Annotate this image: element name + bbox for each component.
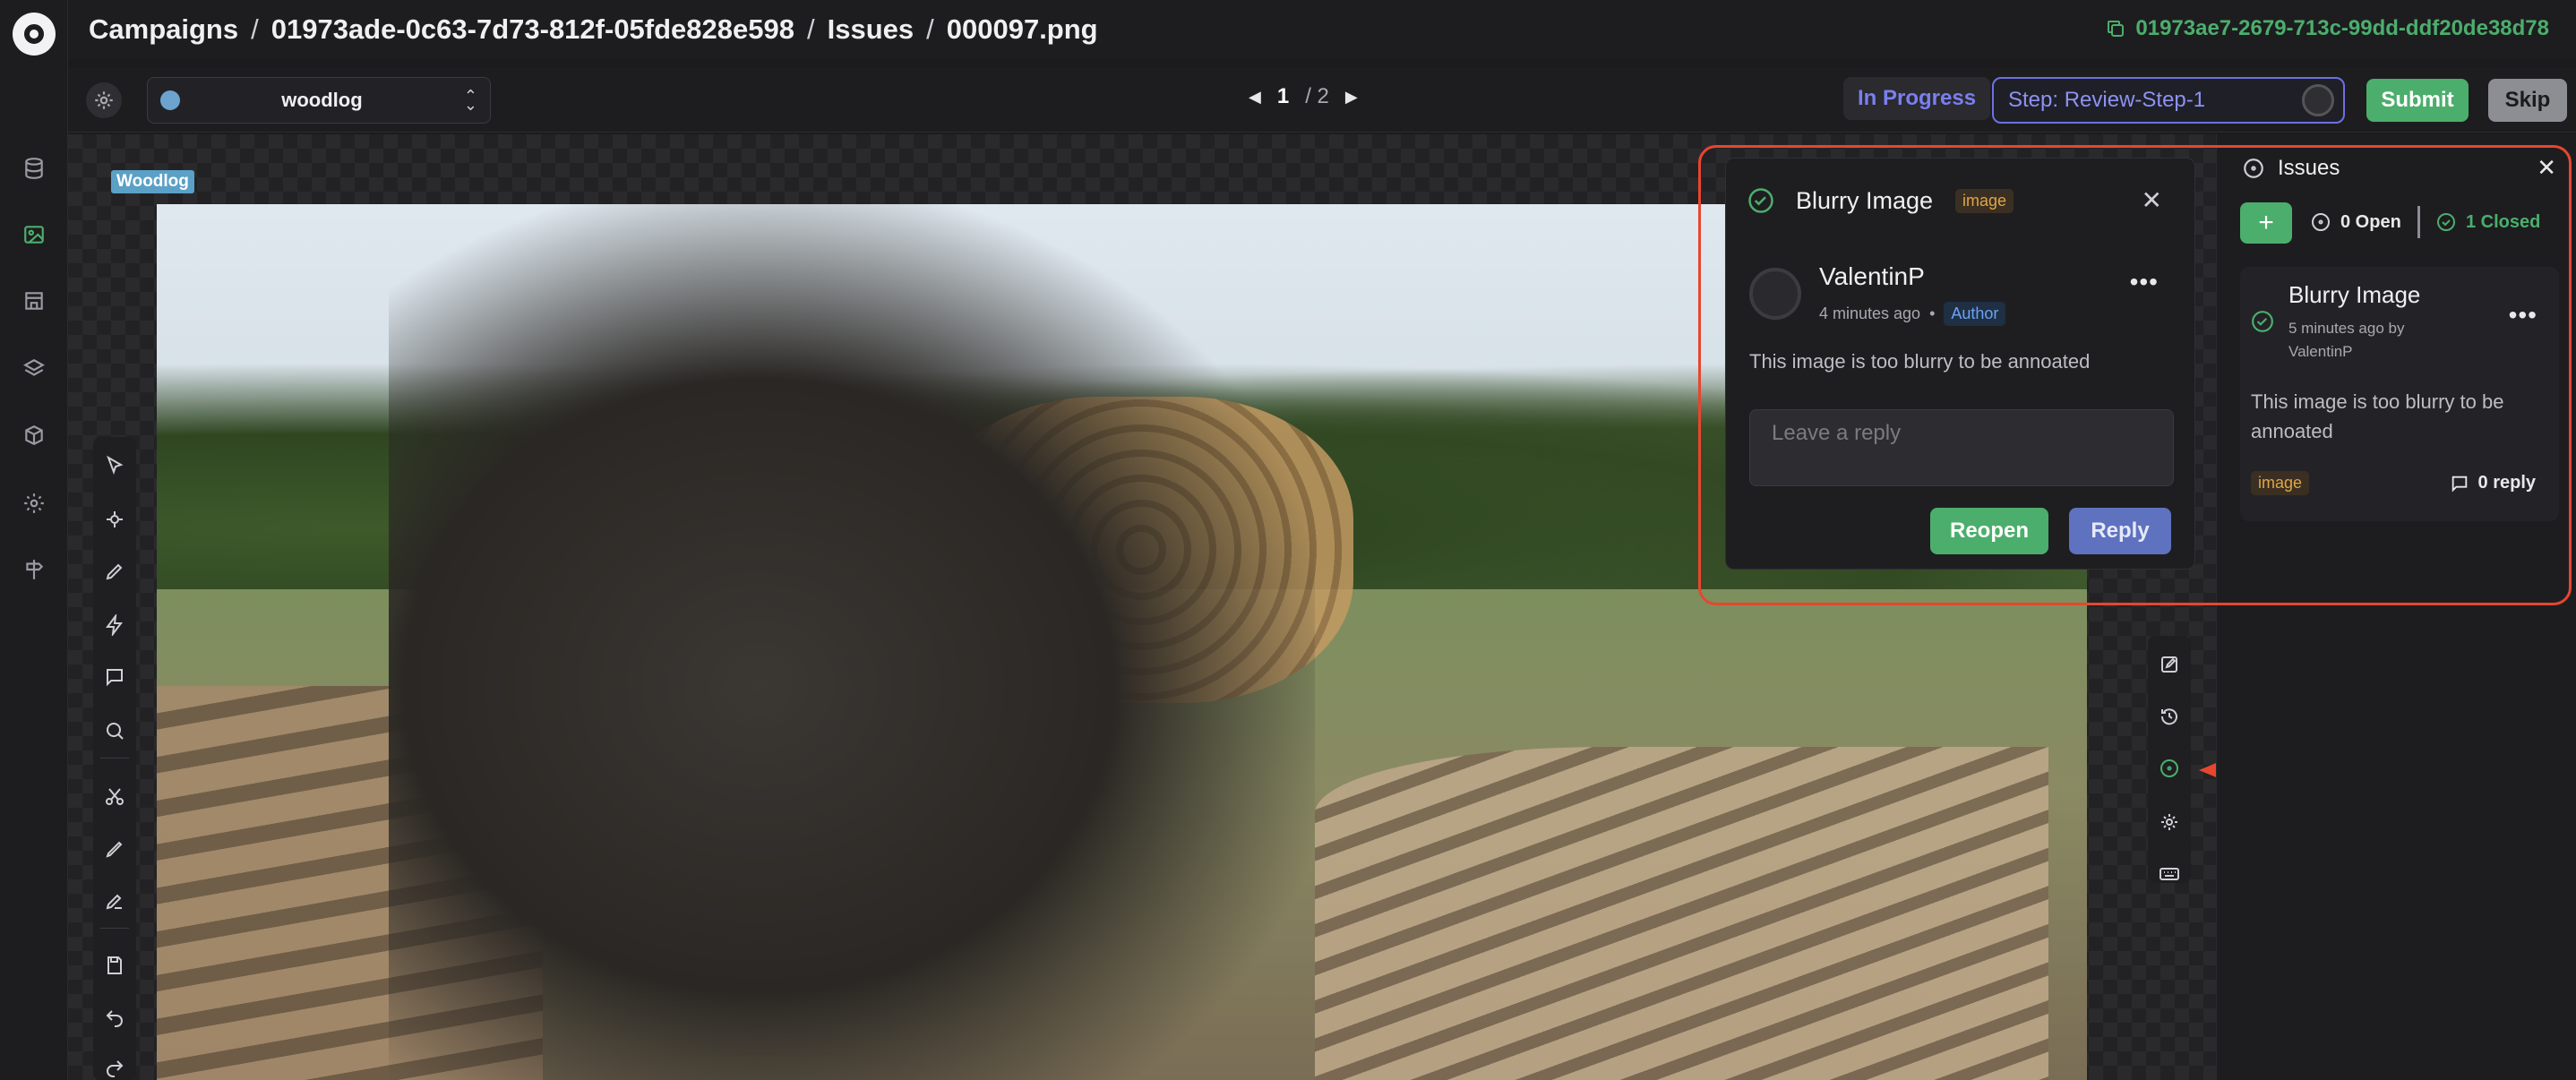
breadcrumb-separator: / <box>806 13 815 45</box>
reopen-button[interactable]: Reopen <box>1930 508 2048 554</box>
comment-author: ValentinP <box>1819 262 1925 290</box>
dataset-color-dot <box>160 90 180 110</box>
closed-count: 1 Closed <box>2466 211 2541 232</box>
issue-card-body: This image is too blurry to be annoated <box>2251 390 2504 442</box>
issues-icon <box>2244 159 2263 178</box>
comment-time: 4 minutes ago <box>1819 304 1921 322</box>
comment-meta: 4 minutes ago • Author <box>1819 302 2006 326</box>
meta-bullet: • <box>1929 304 1936 322</box>
check-circle-icon <box>2251 310 2274 333</box>
zoom-icon[interactable] <box>102 718 127 743</box>
issues-icon[interactable] <box>2157 756 2182 781</box>
annotation-toolbar: woodlog ⌃ ⌄ ◀ 1 / 2 ▶ In Progress Step: R… <box>68 68 2576 133</box>
cog-icon[interactable] <box>86 82 122 118</box>
edit-icon[interactable] <box>2157 652 2182 677</box>
eraser-icon[interactable] <box>102 888 127 913</box>
undo-icon[interactable] <box>102 1005 127 1030</box>
cursor-icon[interactable] <box>102 453 127 478</box>
page-current: 1 <box>1276 84 1290 108</box>
closed-issues-filter[interactable]: 1 Closed <box>2435 211 2540 233</box>
keyboard-icon[interactable] <box>2157 861 2182 887</box>
breadcrumb-issues[interactable]: Issues <box>828 13 914 46</box>
dataset-select[interactable]: woodlog ⌃ ⌄ <box>147 77 491 124</box>
issue-card[interactable]: Blurry Image 5 minutes ago by ValentinP … <box>2240 267 2559 521</box>
settings-icon[interactable] <box>20 489 48 518</box>
check-circle-icon <box>1747 187 1774 214</box>
avatar <box>2302 84 2334 116</box>
chevron-updown-icon: ⌃ ⌄ <box>463 87 477 114</box>
page-header: Campaigns / 01973ade-0c63-7d73-812f-05fd… <box>68 0 2576 59</box>
signpost-icon[interactable] <box>20 555 48 584</box>
close-icon[interactable]: ✕ <box>2142 185 2162 215</box>
chat-bubble-icon <box>2451 476 2467 493</box>
next-page-icon[interactable]: ▶ <box>1345 88 1358 107</box>
issue-card-title: Blurry Image <box>2288 281 2421 308</box>
add-issue-button[interactable]: + <box>2240 202 2292 244</box>
package-icon[interactable] <box>20 421 48 450</box>
reply-count: 0 reply <box>2450 473 2536 493</box>
skip-button[interactable]: Skip <box>2488 79 2567 122</box>
open-count: 0 Open <box>2340 211 2401 232</box>
save-icon[interactable] <box>102 953 127 978</box>
issues-panel-title: Issues <box>2278 156 2340 180</box>
issue-tag: image <box>1955 189 2014 213</box>
open-circle-icon <box>2312 213 2330 231</box>
more-options-icon[interactable]: ••• <box>2509 301 2537 330</box>
copy-id-button[interactable]: 01973ae7-2679-713c-99dd-ddf20de38d78 <box>2105 16 2549 41</box>
breadcrumb-campaign-id[interactable]: 01973ade-0c63-7d73-812f-05fde828e598 <box>271 13 794 46</box>
ai-tool-icon[interactable] <box>102 507 127 532</box>
avatar <box>1749 268 1801 320</box>
dataset-name: woodlog <box>281 89 363 111</box>
scissors-icon[interactable] <box>102 784 127 810</box>
redo-icon[interactable] <box>102 1055 127 1080</box>
layers-icon[interactable] <box>20 355 48 383</box>
reply-input[interactable]: Leave a reply <box>1749 409 2174 486</box>
app-logo[interactable] <box>13 13 56 56</box>
status-badge: In Progress <box>1843 77 1991 120</box>
issues-panel: Issues ✕ + 0 Open 1 Closed Blurry Image … <box>2216 134 2576 1080</box>
breadcrumb-campaigns[interactable]: Campaigns <box>89 13 238 46</box>
issue-detail-popup: Blurry Image image ✕ ValentinP 4 minutes… <box>1725 158 2195 570</box>
issues-panel-header: Issues <box>2242 156 2340 181</box>
issue-card-tag: image <box>2251 471 2310 495</box>
more-options-icon[interactable]: ••• <box>2130 268 2159 296</box>
reply-count-text: 0 reply <box>2477 473 2536 493</box>
step-label: Step: Review-Step-1 <box>2008 88 2206 112</box>
settings-gear-icon[interactable] <box>2157 810 2182 835</box>
page-total: / 2 <box>1305 84 1329 108</box>
pagination: ◀ 1 / 2 ▶ <box>1249 84 1358 109</box>
submit-button[interactable]: Submit <box>2366 79 2469 122</box>
brush-icon[interactable] <box>102 836 127 861</box>
copy-icon <box>2108 21 2125 37</box>
close-icon[interactable]: ✕ <box>2537 154 2556 182</box>
image-icon[interactable] <box>20 220 48 249</box>
breadcrumb-separator: / <box>926 13 934 45</box>
open-issues-filter[interactable]: 0 Open <box>2310 211 2401 233</box>
app-sidebar <box>0 0 68 1080</box>
divider <box>2417 206 2420 238</box>
reply-button[interactable]: Reply <box>2069 508 2171 554</box>
issue-title: Blurry Image <box>1796 187 1934 214</box>
comment-icon[interactable] <box>102 664 127 690</box>
check-circle-icon <box>2437 213 2455 231</box>
breadcrumb-file: 000097.png <box>946 13 1098 45</box>
copy-id-text: 01973ae7-2679-713c-99dd-ddf20de38d78 <box>2135 16 2549 40</box>
issue-card-meta: 5 minutes ago by ValentinP <box>2288 320 2405 360</box>
step-selector[interactable]: Step: Review-Step-1 <box>1992 77 2345 124</box>
side-tool-palette <box>2148 636 2191 883</box>
author-badge: Author <box>1944 302 2006 326</box>
class-label-tag: Woodlog <box>111 170 194 193</box>
lightning-icon[interactable] <box>102 613 127 638</box>
storefront-icon[interactable] <box>20 287 48 315</box>
breadcrumb-separator: / <box>251 13 259 45</box>
history-icon[interactable] <box>2157 704 2182 729</box>
prev-page-icon[interactable]: ◀ <box>1249 88 1261 107</box>
comment-body: This image is too blurry to be annoated <box>1749 350 2091 373</box>
tool-palette <box>93 437 136 1080</box>
pencil-icon[interactable] <box>102 559 127 584</box>
database-icon[interactable] <box>20 154 48 183</box>
